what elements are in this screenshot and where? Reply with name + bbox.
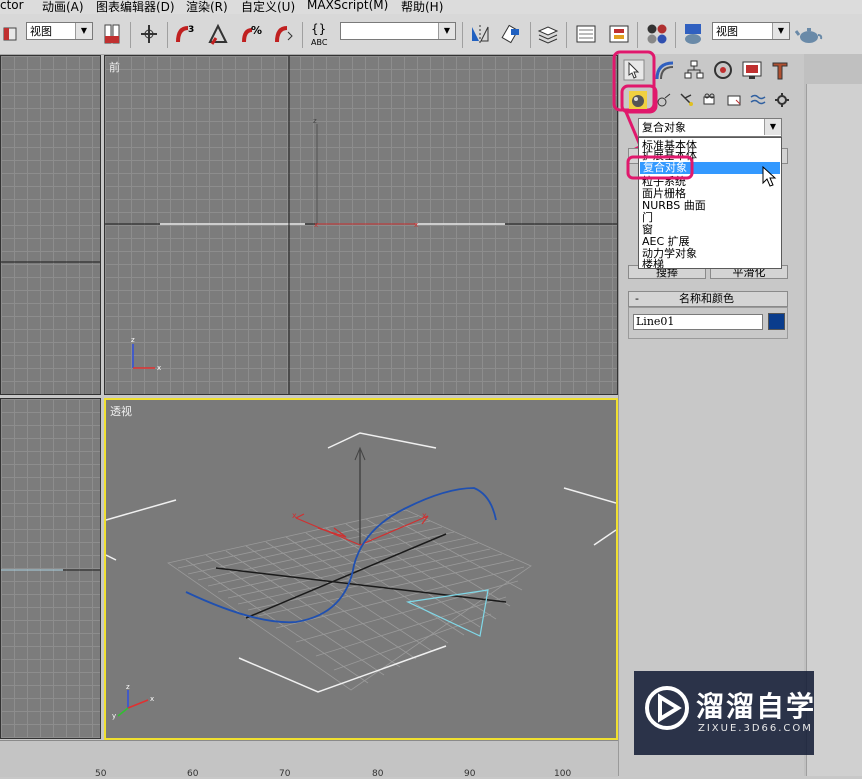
mouse-cursor-icon xyxy=(762,166,777,187)
spinner-snap-icon[interactable] xyxy=(272,22,296,46)
select-object-icon[interactable] xyxy=(0,22,20,46)
object-category-select[interactable]: 复合对象 ▼ xyxy=(638,118,782,137)
watermark-logo: 溜溜自学 ZIXUE.3D66.COM xyxy=(634,671,814,755)
dropdown-item-aec-extended[interactable]: AEC 扩展 xyxy=(642,236,690,247)
quick-render-teapot-icon[interactable] xyxy=(794,22,824,46)
schematic-view-icon[interactable] xyxy=(607,22,631,46)
render-setup-icon[interactable] xyxy=(681,22,705,46)
rollout-collapse-label: - xyxy=(635,292,639,305)
watermark-title: 溜溜自学 xyxy=(696,690,817,723)
menu-item-maxscript[interactable]: MAXScript(M) xyxy=(307,0,388,12)
motion-tab-icon[interactable] xyxy=(711,58,735,82)
name-color-title: 名称和颜色 xyxy=(679,292,734,305)
chevron-down-icon: ▼ xyxy=(438,23,455,39)
svg-text:%: % xyxy=(251,24,262,37)
dropdown-item-doors[interactable]: 门 xyxy=(642,212,653,223)
ruler-tick: 70 xyxy=(279,769,291,779)
svg-text:z: z xyxy=(313,117,317,125)
viewport-left[interactable] xyxy=(0,398,101,739)
svg-text:3: 3 xyxy=(188,25,194,35)
watermark-url: ZIXUE.3D66.COM xyxy=(698,723,813,734)
ruler-tick: 80 xyxy=(372,769,384,779)
align-icon[interactable] xyxy=(500,22,524,46)
mirror-icon[interactable] xyxy=(468,22,492,46)
object-color-swatch[interactable] xyxy=(768,313,785,330)
dropdown-item-nurbs-surfaces[interactable]: NURBS 曲面 xyxy=(642,200,706,211)
reference-coordinate-value: 视图 xyxy=(30,25,52,38)
angle-snap-icon[interactable] xyxy=(206,22,230,46)
svg-text:x: x xyxy=(314,221,318,229)
ruler-tick: 60 xyxy=(187,769,199,779)
cameras-icon[interactable] xyxy=(701,91,719,109)
helpers-icon[interactable] xyxy=(725,91,743,109)
svg-text:z: z xyxy=(131,336,135,344)
svg-text:z: z xyxy=(126,683,130,691)
hierarchy-tab-icon[interactable] xyxy=(682,58,706,82)
right-strip xyxy=(806,84,862,776)
dropdown-item-stairs[interactable]: 楼梯 xyxy=(642,259,664,268)
systems-icon[interactable] xyxy=(773,91,791,109)
svg-text:y: y xyxy=(112,712,116,720)
percent-snap-icon[interactable]: % xyxy=(240,22,264,46)
chevron-down-icon: ▼ xyxy=(764,119,781,135)
main-toolbar: 视图 ▼ 3 % {} ABC ▼ 视图 ▼ xyxy=(0,14,862,55)
menu-item-graph-editors[interactable]: 图表编辑器(D) xyxy=(96,0,175,14)
svg-text:x: x xyxy=(292,511,297,520)
dropdown-item-patch-grids[interactable]: 面片栅格 xyxy=(642,188,686,199)
render-type-value: 视图 xyxy=(716,25,738,38)
viewport-front[interactable]: 前 z x x z x xyxy=(104,55,618,395)
snap-3d-icon[interactable]: 3 xyxy=(174,22,198,46)
play-logo-icon xyxy=(645,686,689,730)
viewport-perspective[interactable]: 透视 x x z x y xyxy=(104,398,618,740)
menu-item-ctor[interactable]: ctor xyxy=(0,0,24,12)
object-name-input[interactable]: Line01 xyxy=(633,314,763,330)
menu-item-customize[interactable]: 自定义(U) xyxy=(241,0,295,14)
svg-text:x: x xyxy=(150,695,154,703)
edit-named-selection-icon[interactable]: {} ABC xyxy=(308,22,336,47)
svg-text:x: x xyxy=(414,221,418,229)
ruler-tick: 90 xyxy=(464,769,476,779)
menu-item-help[interactable]: 帮助(H) xyxy=(401,0,443,14)
name-color-rollout-header[interactable]: - 名称和颜色 xyxy=(628,291,788,307)
curve-editor-icon[interactable] xyxy=(574,22,598,46)
layer-manager-icon[interactable] xyxy=(536,22,560,46)
render-type-select[interactable]: 视图 ▼ xyxy=(712,22,790,40)
svg-text:x: x xyxy=(157,364,161,372)
abc-label: ABC xyxy=(311,38,328,47)
menu-bar: ctor 动画(A) 图表编辑器(D) 渲染(R) 自定义(U) MAXScri… xyxy=(0,0,862,14)
timeline-ruler[interactable]: 50 60 70 80 90 100 xyxy=(0,740,618,779)
menu-item-rendering[interactable]: 渲染(R) xyxy=(186,0,228,14)
svg-text:x: x xyxy=(422,511,427,520)
utilities-tab-icon[interactable] xyxy=(768,58,792,82)
display-tab-icon[interactable] xyxy=(740,58,764,82)
material-editor-icon[interactable] xyxy=(645,22,669,46)
menu-item-animation[interactable]: 动画(A) xyxy=(42,0,84,14)
lights-icon[interactable] xyxy=(678,91,696,109)
dropdown-item-windows[interactable]: 窗 xyxy=(642,224,653,235)
svg-text:{}: {} xyxy=(311,22,326,36)
pivot-center-icon[interactable] xyxy=(100,22,124,46)
chevron-down-icon: ▼ xyxy=(772,23,789,39)
viewport-top[interactable] xyxy=(0,55,101,395)
named-selection-sets-select[interactable]: ▼ xyxy=(340,22,456,40)
perspective-scene: x x z x y xyxy=(106,432,616,720)
select-manipulate-icon[interactable] xyxy=(137,22,161,46)
reference-coordinate-select[interactable]: 视图 ▼ xyxy=(26,22,93,40)
ruler-tick: 50 xyxy=(95,769,107,779)
object-category-value: 复合对象 xyxy=(642,121,686,134)
space-warps-icon[interactable] xyxy=(749,91,767,109)
ruler-tick: 100 xyxy=(554,769,572,779)
chevron-down-icon: ▼ xyxy=(75,23,92,39)
compound-objects-highlight xyxy=(626,155,694,180)
